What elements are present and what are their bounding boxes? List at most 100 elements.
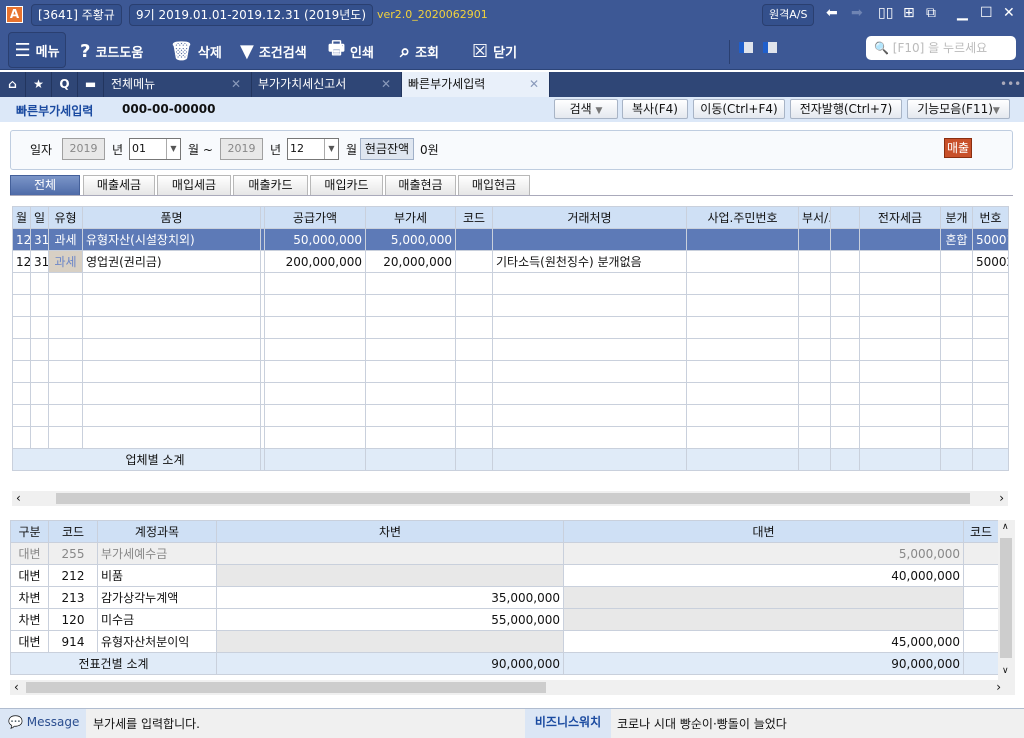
scroll-left-icon[interactable]: ‹ xyxy=(14,680,19,694)
scroll-thumb[interactable] xyxy=(26,682,546,693)
column-header[interactable]: 거래처명 xyxy=(492,206,687,229)
column-header[interactable]: 코드 xyxy=(48,520,98,543)
company-button[interactable]: [3641] 주황규 xyxy=(31,4,122,26)
month-to-select[interactable]: 12 ▼ xyxy=(287,138,339,160)
tab-vat-return[interactable]: 부가가치세신고서 ✕ xyxy=(252,72,402,97)
close-tab-icon[interactable]: ✕ xyxy=(381,72,391,97)
bottom-grid-horizontal-scrollbar[interactable]: ‹ › xyxy=(10,680,1015,695)
window-layout-icon[interactable]: ⧉ xyxy=(926,5,936,21)
column-header[interactable]: 차변 xyxy=(216,520,564,543)
column-header[interactable]: 유형 xyxy=(48,206,83,229)
top-grid-horizontal-scrollbar[interactable]: ‹ › xyxy=(12,491,1008,506)
category-tab[interactable]: 매입현금 xyxy=(458,175,530,196)
news-ticker-link[interactable]: 코로나 시대 빵순이·빵돌이 늘었다 xyxy=(617,715,787,732)
close-button[interactable]: ☒ 닫기 xyxy=(472,36,517,66)
scroll-right-icon[interactable]: › xyxy=(999,491,1004,505)
tab-all-menu[interactable]: 전체메뉴 ✕ xyxy=(105,72,252,97)
copy-button[interactable]: 복사(F4) xyxy=(622,99,688,119)
table-row[interactable]: 대변 212 비품 40,000,000 xyxy=(10,564,999,587)
category-tab[interactable]: 매출세금 xyxy=(83,175,155,196)
column-header[interactable]: 월 xyxy=(12,206,31,229)
grid-cell: 영업권(권리금) xyxy=(82,250,261,273)
table-row[interactable] xyxy=(12,426,1009,449)
more-tabs-icon[interactable]: ••• xyxy=(1000,72,1021,97)
business-watch-label: 비즈니스워치 xyxy=(525,709,611,738)
move-button[interactable]: 이동(Ctrl+F4) xyxy=(693,99,785,119)
bottom-grid-vertical-scrollbar[interactable]: ∧ ∨ xyxy=(998,520,1015,680)
table-row[interactable]: 12 31 과세 영업권(권리금) 200,000,000 20,000,000 기타소득(… xyxy=(12,250,1009,273)
column-header[interactable]: 부서/… xyxy=(798,206,831,229)
calendar-icon[interactable]: ▬ xyxy=(78,72,104,97)
table-row[interactable]: 대변 914 유형자산처분이익 45,000,000 xyxy=(10,630,999,653)
filter-button[interactable]: ▼ 조건검색 xyxy=(240,36,307,66)
table-row[interactable] xyxy=(12,404,1009,427)
grid-cell xyxy=(859,338,941,361)
period-button[interactable]: 9기 2019.01.01-2019.12.31 (2019년도) xyxy=(129,4,374,26)
table-row[interactable] xyxy=(12,272,1009,295)
table-row[interactable] xyxy=(12,382,1009,405)
table-row[interactable] xyxy=(12,360,1009,383)
category-tab[interactable]: 매입세금 xyxy=(157,175,231,196)
column-header[interactable]: 분개 xyxy=(940,206,973,229)
close-window-icon[interactable]: ✕ xyxy=(1003,5,1015,21)
home-icon[interactable]: ⌂ xyxy=(0,72,26,97)
category-tab[interactable]: 매입카드 xyxy=(310,175,383,196)
cash-balance-button[interactable]: 현금잔액 xyxy=(360,138,414,160)
column-header[interactable]: 계정과목 xyxy=(97,520,217,543)
table-row[interactable]: 차변 120 미수금 55,000,000 xyxy=(10,608,999,631)
quick-search-icon[interactable]: Q xyxy=(52,72,78,97)
table-row[interactable] xyxy=(12,316,1009,339)
e-issue-button[interactable]: 전자발행(Ctrl+7) xyxy=(790,99,902,119)
search-dropdown-button[interactable]: 검색 ▼ xyxy=(554,99,618,119)
lookup-button[interactable]: ⌕ 조회 xyxy=(400,36,439,66)
delete-button[interactable]: 🗑 삭제 xyxy=(170,36,222,66)
column-header[interactable]: 사업.주민번호 xyxy=(686,206,799,229)
layout-toggle-2-icon[interactable] xyxy=(763,42,777,53)
column-header[interactable]: 품명 xyxy=(82,206,261,229)
column-header[interactable]: 전자세금 xyxy=(859,206,941,229)
back-arrow-icon[interactable]: ⬅ xyxy=(826,5,838,21)
column-header[interactable]: 대변 xyxy=(563,520,964,543)
table-row[interactable] xyxy=(12,294,1009,317)
scroll-right-icon[interactable]: › xyxy=(996,680,1001,694)
sales-badge[interactable]: 매출 xyxy=(944,138,972,158)
month-from-select[interactable]: 01 ▼ xyxy=(129,138,181,160)
category-tab[interactable]: 전체 xyxy=(10,175,80,196)
table-row[interactable]: 차변 213 감가상각누계액 35,000,000 xyxy=(10,586,999,609)
star-icon[interactable]: ★ xyxy=(26,72,52,97)
column-header[interactable]: 코드 xyxy=(963,520,999,543)
scroll-thumb[interactable] xyxy=(56,493,970,504)
menu-search-input[interactable]: 🔍 [F10] 을 누르세요 xyxy=(866,36,1016,60)
layout-toggle-1-icon[interactable] xyxy=(739,42,753,53)
book-icon[interactable]: ▯▯ xyxy=(878,5,893,21)
menu-button[interactable]: ☰ 메뉴 xyxy=(8,32,66,68)
minimize-icon[interactable]: ▁ xyxy=(957,5,968,21)
grid-icon[interactable]: ⊞ xyxy=(903,5,915,21)
tab-quick-vat-entry[interactable]: 빠른부가세입력 ✕ xyxy=(402,72,550,97)
column-header[interactable]: 구분 xyxy=(10,520,49,543)
column-header[interactable]: 코드 xyxy=(455,206,493,229)
scroll-up-icon[interactable]: ∧ xyxy=(1002,522,1009,532)
close-tab-icon[interactable]: ✕ xyxy=(231,72,241,97)
column-header[interactable] xyxy=(830,206,860,229)
close-tab-icon[interactable]: ✕ xyxy=(529,72,539,97)
print-button[interactable]: 🖶 인쇄 xyxy=(328,36,374,66)
column-header[interactable]: 번호 xyxy=(972,206,1009,229)
category-tab[interactable]: 매출현금 xyxy=(385,175,456,196)
functions-dropdown-button[interactable]: 기능모음(F11)▼ xyxy=(907,99,1010,119)
forward-arrow-icon[interactable]: ➡ xyxy=(851,5,863,21)
message-tab[interactable]: 💬 Message xyxy=(0,709,86,738)
column-header[interactable]: 공급가액 xyxy=(264,206,366,229)
table-row[interactable] xyxy=(12,338,1009,361)
table-row[interactable]: 12 31 과세 유형자산(시설장치외) 50,000,000 5,000,000 혼합 50… xyxy=(12,228,1009,251)
table-row[interactable]: 대변 255 부가세예수금 5,000,000 xyxy=(10,542,999,565)
column-header[interactable]: 일 xyxy=(30,206,49,229)
column-header[interactable]: 부가세 xyxy=(365,206,456,229)
maximize-icon[interactable]: ☐ xyxy=(980,5,993,21)
category-tab[interactable]: 매출카드 xyxy=(233,175,308,196)
scroll-left-icon[interactable]: ‹ xyxy=(16,491,21,505)
code-help-button[interactable]: ? 코드도움 xyxy=(80,36,143,66)
scroll-thumb[interactable] xyxy=(1000,538,1012,658)
remote-as-button[interactable]: 원격A/S xyxy=(762,4,815,26)
scroll-down-icon[interactable]: ∨ xyxy=(1002,666,1009,676)
